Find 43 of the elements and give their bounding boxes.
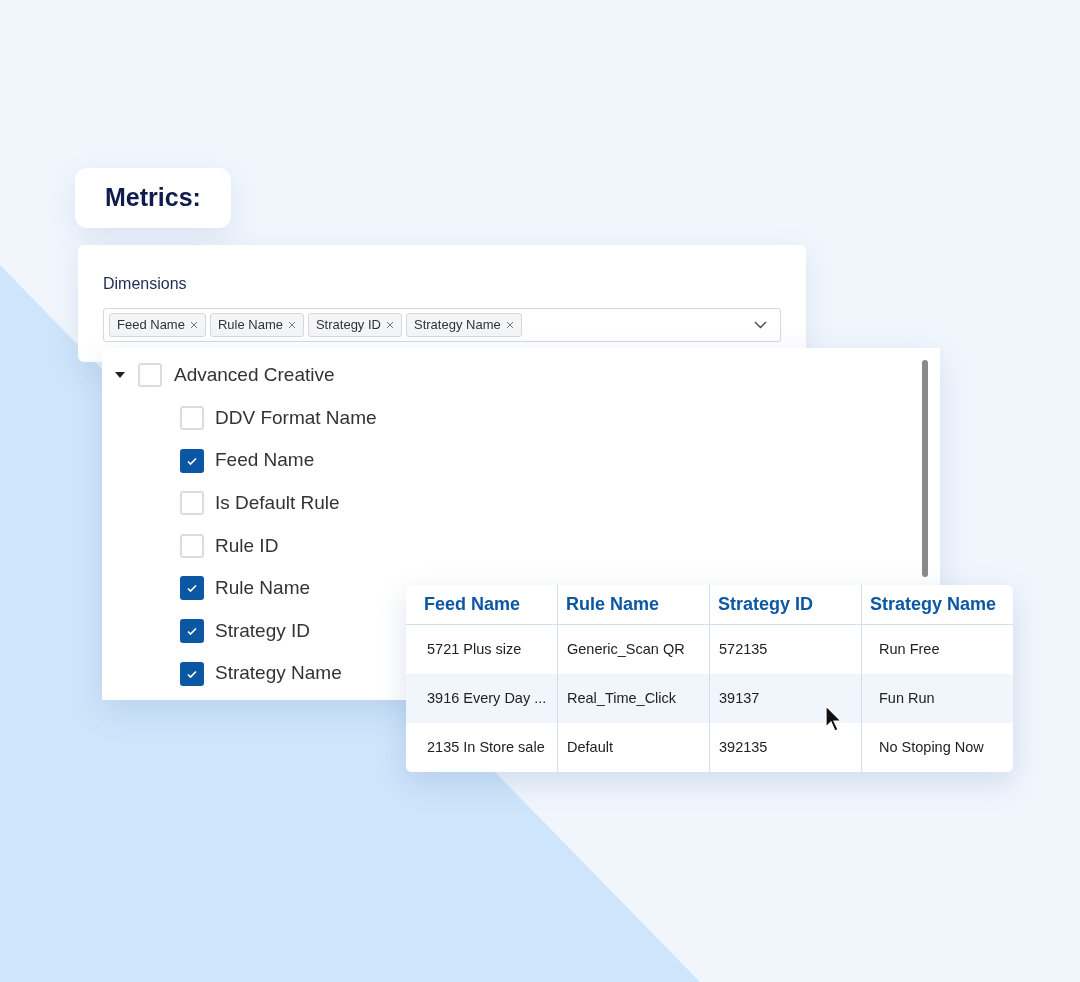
tree-item-label: Strategy Name [215, 661, 342, 686]
remove-icon[interactable] [386, 321, 394, 329]
checkbox[interactable] [180, 576, 204, 601]
table-cell: Default [558, 723, 710, 772]
tree-item-label: Advanced Creative [174, 362, 335, 387]
table-cell-text: Fun Run [878, 688, 936, 708]
tree-item-label: Is Default Rule [215, 490, 340, 515]
checkbox[interactable] [180, 661, 204, 686]
checkbox[interactable] [180, 448, 204, 473]
dimension-tag: Rule Name [209, 313, 304, 337]
column-header: Rule Name [558, 585, 710, 624]
dimensions-select[interactable]: Feed Name Rule Name Strategy ID Strategy Name [103, 308, 781, 342]
column-header: Feed Name [406, 585, 558, 624]
table-cell: 2135 In Store sale [406, 723, 558, 772]
checkbox[interactable] [180, 406, 204, 430]
tree-item-label: DDV Format Name [215, 405, 377, 430]
metrics-title: Metrics: [105, 182, 201, 214]
mouse-cursor-icon [825, 705, 842, 732]
remove-icon[interactable] [287, 321, 296, 329]
dimension-tag: Feed Name [109, 313, 206, 337]
table-row[interactable]: 3916 Every Day ... Real_Time_Click 39137 Fun Run [406, 674, 1013, 723]
remove-icon[interactable] [189, 321, 198, 329]
checkbox[interactable] [180, 491, 204, 516]
column-header: Strategy ID [710, 585, 862, 624]
dimensions-label: Dimensions [103, 274, 188, 294]
caret-icon[interactable] [114, 371, 126, 379]
table-cell-text: Run Free [878, 639, 941, 659]
table-row[interactable]: 5721 Plus size Generic_Scan QR 572135 Run Free [406, 625, 1013, 674]
tree-item-label: Feed Name [215, 448, 315, 473]
column-header: Strategy Name [869, 593, 998, 616]
dimension-tag: Strategy ID [307, 313, 402, 337]
checkbox[interactable] [180, 533, 204, 558]
tree-item-label: Rule Name [215, 576, 311, 601]
checkbox[interactable] [138, 363, 162, 387]
checkbox[interactable] [180, 618, 204, 643]
table-row[interactable]: 2135 In Store sale Default 392135 No Stoping Now [406, 723, 1013, 772]
tree-item-label: Strategy ID [215, 618, 311, 643]
dimension-tag: Strategy Name [406, 313, 522, 337]
table-cell-text: No Stoping Now [878, 737, 985, 757]
tree-item-label: Rule ID [215, 533, 279, 558]
scrollbar[interactable] [922, 360, 928, 577]
remove-icon[interactable] [505, 321, 514, 329]
chevron-down-icon[interactable] [754, 321, 767, 329]
